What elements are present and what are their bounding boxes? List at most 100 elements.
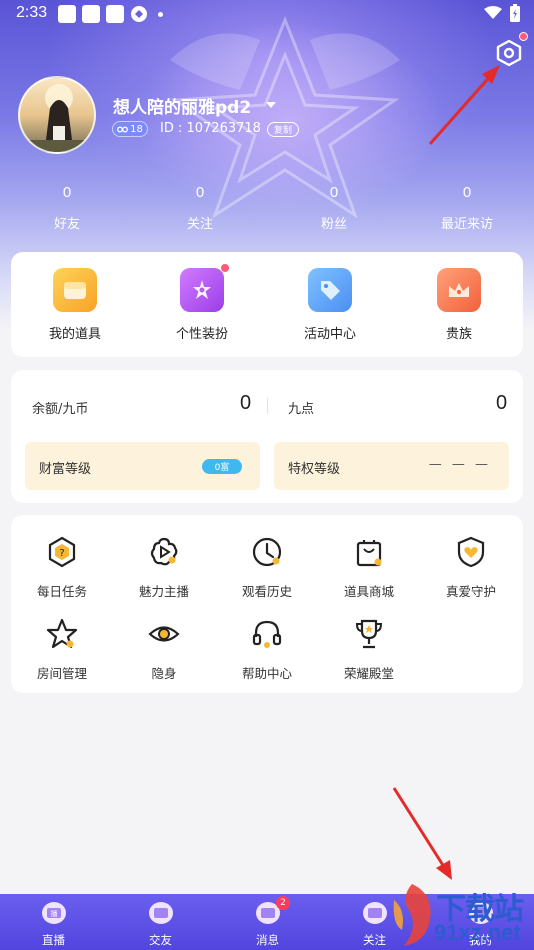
- quick-action-dress-up[interactable]: 个性装扮: [157, 264, 247, 342]
- divider: [267, 398, 268, 414]
- battery-icon: [510, 4, 520, 22]
- stat-label: 好友: [53, 217, 80, 232]
- tool-invisible[interactable]: 隐身: [124, 617, 204, 682]
- tool-true-love-guard[interactable]: 真爱守护: [431, 535, 511, 600]
- profile-stats: 0 好友 0 关注 0 粉丝 0 最近来访: [0, 184, 534, 244]
- balance-label: 余额/九币: [32, 402, 89, 417]
- tool-label: 魅力主播: [138, 584, 189, 599]
- tools-card: ? 每日任务 魅力主播 观看历史 道具商城 真爱守护 房间管理 隐身 帮助中心 …: [11, 515, 523, 693]
- tab-label: 交友: [149, 933, 172, 947]
- stat-label: 关注: [186, 217, 213, 232]
- heart-shield-icon: [457, 536, 485, 568]
- tool-room-management[interactable]: 房间管理: [22, 617, 102, 682]
- stat-following[interactable]: 0 关注: [160, 184, 240, 232]
- shopping-bag-icon: [356, 540, 382, 567]
- system-icons: [484, 4, 520, 22]
- balance-value[interactable]: 0: [240, 392, 251, 415]
- stat-label: 最近来访: [440, 217, 493, 232]
- tool-label: 房间管理: [36, 666, 87, 681]
- user-id: ID : 107263718: [160, 121, 261, 136]
- watermark-site: 91xz.net: [434, 920, 521, 945]
- tool-label: 荣耀殿堂: [343, 666, 394, 681]
- quick-action-event-center[interactable]: 活动中心: [285, 268, 375, 342]
- stat-label: 粉丝: [320, 217, 347, 232]
- wifi-icon: [484, 6, 502, 19]
- user-level: 18: [130, 123, 143, 135]
- chevron-down-icon[interactable]: [265, 100, 277, 110]
- wealth-level-box[interactable]: 财富等级 0富: [25, 442, 260, 490]
- username[interactable]: 想人陪的丽雅pd2: [113, 93, 251, 118]
- tab-label: 直播: [42, 933, 65, 947]
- tag-icon: [308, 268, 352, 312]
- stat-value: 0: [329, 184, 339, 201]
- tool-props-mall[interactable]: 道具商城: [329, 535, 409, 600]
- notification-icon: [106, 5, 124, 23]
- star-icon: [46, 618, 78, 649]
- avatar[interactable]: [18, 76, 96, 154]
- tab-live[interactable]: 播 直播: [0, 894, 107, 950]
- tool-hall-of-honor[interactable]: 荣耀殿堂: [329, 617, 409, 682]
- tab-friends[interactable]: 交友: [107, 894, 214, 950]
- stat-value: 0: [195, 184, 205, 201]
- quick-action-label: 活动中心: [303, 327, 356, 342]
- points-label: 九点: [288, 402, 315, 417]
- new-indicator-dot: [221, 264, 229, 272]
- magic-wand-icon: [180, 264, 229, 312]
- status-time: 2:33: [16, 4, 48, 21]
- wealth-level-badge: 0富: [202, 459, 242, 474]
- privilege-level-box[interactable]: 特权等级 — — —: [274, 442, 509, 490]
- tool-label: 真爱守护: [445, 584, 496, 599]
- notification-icon: [58, 5, 76, 23]
- points-value[interactable]: 0: [496, 392, 507, 415]
- notification-icon: [82, 5, 100, 23]
- annotation-arrow: [392, 787, 452, 880]
- stat-friends[interactable]: 0 好友: [27, 184, 107, 232]
- sync-icon: [131, 6, 147, 22]
- quick-actions-card: 我的道具 个性装扮 活动中心 贵族: [11, 252, 523, 357]
- stat-value: 0: [462, 184, 472, 201]
- quick-action-label: 个性装扮: [175, 327, 228, 342]
- link-icon: [117, 126, 129, 132]
- copy-id-button[interactable]: 复制: [267, 122, 299, 137]
- crown-icon: [437, 268, 481, 312]
- more-notifications-dot: [158, 12, 163, 17]
- tool-label: 帮助中心: [241, 666, 292, 681]
- clock-icon: [252, 537, 282, 567]
- eye-icon: [148, 626, 180, 642]
- quick-action-label: 我的道具: [48, 327, 101, 342]
- privilege-level-value: — — —: [428, 457, 491, 472]
- task-icon: ?: [48, 536, 76, 568]
- stat-value: 0: [62, 184, 72, 201]
- stat-recent-visitors[interactable]: 0 最近来访: [427, 184, 507, 232]
- user-level-badge: 18: [112, 121, 148, 137]
- headset-icon: [252, 620, 282, 648]
- tool-daily-tasks[interactable]: ? 每日任务: [22, 535, 102, 600]
- live-icon: 播: [41, 902, 66, 924]
- friends-icon: [148, 902, 173, 924]
- status-bar: 2:33: [0, 0, 534, 28]
- privilege-level-label: 特权等级: [288, 462, 341, 477]
- tool-label: 道具商城: [343, 584, 394, 599]
- trophy-icon: [355, 619, 383, 649]
- settings-notification-dot: [519, 32, 528, 41]
- quick-action-nobility[interactable]: 贵族: [414, 268, 504, 342]
- quick-action-label: 贵族: [445, 327, 472, 342]
- tool-charm-anchor[interactable]: 魅力主播: [124, 535, 204, 600]
- svg-text:?: ?: [59, 548, 64, 559]
- tab-label: 消息: [256, 933, 279, 947]
- watermark-icon: [393, 884, 431, 946]
- svg-text:播: 播: [50, 909, 57, 918]
- tool-label: 观看历史: [241, 584, 292, 599]
- stat-fans[interactable]: 0 粉丝: [294, 184, 374, 232]
- tool-help-center[interactable]: 帮助中心: [227, 617, 307, 682]
- box-icon: [53, 268, 97, 312]
- wallet-card: 余额/九币 0 九点 0 财富等级 0富 特权等级 — — —: [11, 370, 523, 503]
- tab-messages[interactable]: 2 消息: [214, 894, 321, 950]
- wealth-level-label: 财富等级: [39, 462, 92, 477]
- tool-watch-history[interactable]: 观看历史: [227, 535, 307, 600]
- notification-icons: [58, 5, 163, 23]
- settings-icon[interactable]: [494, 38, 524, 68]
- quick-action-my-props[interactable]: 我的道具: [30, 268, 120, 342]
- play-flower-icon: [150, 537, 178, 566]
- tool-label: 每日任务: [36, 584, 87, 599]
